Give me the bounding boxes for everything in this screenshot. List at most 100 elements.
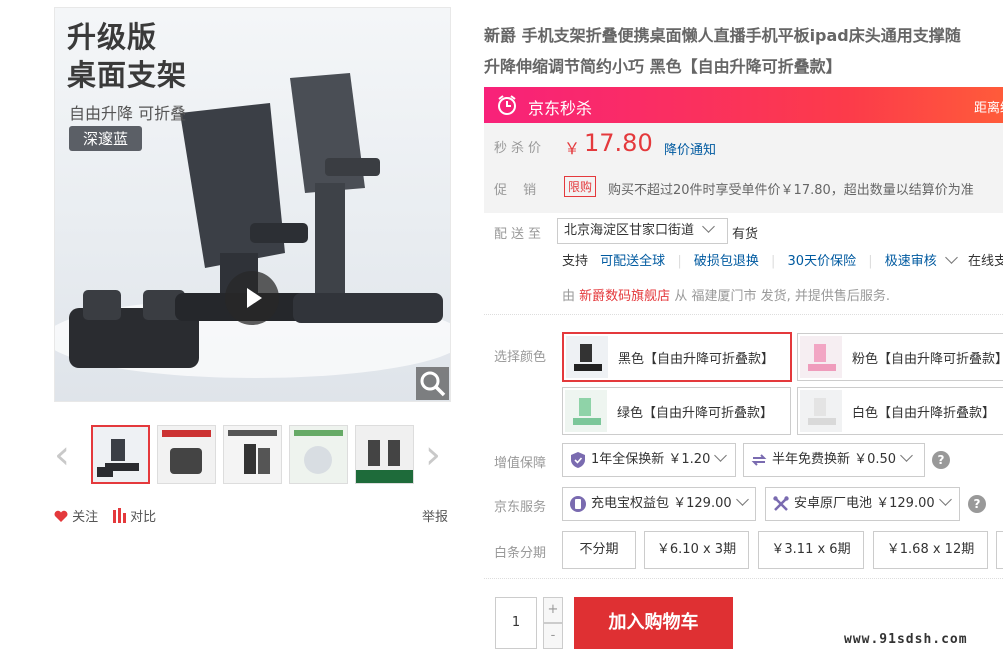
watermark-text: www.91sdsh.com — [844, 632, 968, 647]
divider — [484, 314, 1003, 315]
color-option-label: 黑色【自由升降可折叠款】 — [618, 352, 775, 367]
promotion-label: 促 销 — [494, 183, 543, 198]
color-option-label: 白色【自由升降折叠款】 — [852, 406, 996, 421]
thumbnail-3[interactable] — [223, 425, 282, 484]
thumbnail-1[interactable] — [91, 425, 150, 484]
seller-prefix: 由 — [562, 289, 576, 304]
price-label: 秒杀价 — [494, 141, 546, 156]
seckill-countdown: 距离结 — [974, 101, 1003, 116]
zoom-icon[interactable] — [416, 367, 449, 400]
jd-service-label: 京东服务 — [494, 500, 547, 515]
promo-title-line1: 升级版 — [67, 20, 158, 54]
video-play-icon[interactable] — [225, 271, 279, 325]
chevron-down-icon — [900, 449, 913, 462]
installment-option-3[interactable]: ￥6.10 x 3期 — [644, 531, 749, 569]
price-box: 秒杀价 ￥ 17.80 降价通知 促 销 限购 购买不超过20件时享受单件价￥1… — [484, 123, 1003, 213]
installment-label: 白条分期 — [494, 546, 547, 561]
installment-option-none[interactable]: 不分期 — [562, 531, 636, 569]
battery-tools-icon — [773, 495, 789, 511]
warranty-option-label: 半年免费换新 ￥0.50 — [772, 452, 897, 467]
thumb-next-arrow[interactable]: › — [425, 435, 441, 475]
color-label: 选择颜色 — [494, 350, 547, 365]
chevron-down-icon — [938, 493, 952, 506]
color-option-pink[interactable]: 粉色【自由升降可折叠款】 — [797, 333, 1003, 381]
product-title-line1: 新爵 手机支架折叠便携桌面懒人直播手机平板ipad床头通用支撑随 — [484, 26, 961, 45]
color-thumb-white — [800, 390, 842, 432]
price-notify-link[interactable]: 降价通知 — [664, 139, 716, 158]
product-title: 新爵 手机支架折叠便携桌面懒人直播手机平板ipad床头通用支撑随 升降伸缩调节简… — [484, 20, 1003, 82]
address-text: 北京海淀区甘家口街道 — [564, 223, 695, 238]
shield-icon — [571, 451, 585, 468]
seckill-label: 京东秒杀 — [528, 99, 593, 118]
quantity-plus-button[interactable]: + — [543, 597, 563, 623]
service-more: 在线支付 — [968, 254, 1003, 269]
service-divider: | — [771, 254, 776, 269]
quantity-input[interactable]: 1 — [495, 597, 537, 649]
compare-icon — [113, 508, 126, 523]
price-value: 17.80 — [584, 129, 653, 157]
promo-subtitle: 自由升降 可折叠 — [69, 104, 187, 123]
main-product-image[interactable]: 升级版 桌面支架 自由升降 可折叠 深邃蓝 — [54, 7, 451, 402]
promo-color-badge: 深邃蓝 — [69, 126, 143, 151]
warranty-option-1[interactable]: 1年全保换新 ￥1.20 — [562, 443, 736, 477]
color-option-black[interactable]: 黑色【自由升降可折叠款】 — [562, 332, 792, 382]
installment-option-6[interactable]: ￥3.11 x 6期 — [758, 531, 864, 569]
chevron-down-icon — [702, 220, 716, 233]
compare-label: 对比 — [130, 510, 157, 525]
installment-option-12[interactable]: ￥1.68 x 12期 — [873, 531, 988, 569]
divider — [484, 578, 1003, 579]
service-link-3[interactable]: 30天价保险 — [788, 254, 857, 269]
warranty-option-2[interactable]: 半年免费换新 ￥0.50 — [743, 443, 925, 477]
jd-service-option-1[interactable]: 充电宝权益包 ￥129.00 — [562, 487, 756, 521]
seller-suffix: 从 福建厦门市 发货, 并提供售后服务. — [674, 289, 890, 304]
warranty-label: 增值保障 — [494, 456, 547, 471]
services-expand-icon[interactable] — [945, 251, 958, 264]
report-link[interactable]: 举报 — [422, 506, 448, 525]
seller-row: 由 新爵数码旗舰店 从 福建厦门市 发货, 并提供售后服务. — [562, 285, 890, 304]
add-to-cart-button[interactable]: 加入购物车 — [574, 597, 733, 649]
warranty-help-icon[interactable]: ? — [932, 451, 950, 469]
warranty-option-label: 1年全保换新 ￥1.20 — [591, 452, 711, 467]
color-thumb-pink — [800, 336, 842, 378]
chevron-down-icon — [714, 449, 728, 462]
service-row: 支持 可配送全球 | 破损包退换 | 30天价保险 | 极速审核 在线支付 — [562, 250, 1003, 269]
heart-icon — [54, 510, 68, 522]
promo-title: 升级版 桌面支架 — [67, 18, 187, 94]
power-bank-icon — [570, 495, 586, 512]
thumbnail-4[interactable] — [289, 425, 348, 484]
stock-status: 有货 — [732, 227, 759, 242]
service-link-4[interactable]: 极速审核 — [885, 254, 937, 269]
service-link-1[interactable]: 可配送全球 — [600, 254, 665, 269]
follow-button[interactable]: 关注 — [54, 506, 98, 525]
address-select[interactable]: 北京海淀区甘家口街道 — [557, 218, 729, 244]
quantity-minus-button[interactable]: - — [543, 623, 563, 649]
jd-service-option-label: 充电宝权益包 ￥129.00 — [591, 496, 732, 511]
follow-label: 关注 — [72, 510, 99, 525]
jd-service-option-2[interactable]: 安卓原厂电池 ￥129.00 — [765, 487, 960, 521]
installment-option-more[interactable] — [996, 531, 1003, 569]
chevron-down-icon — [735, 493, 749, 506]
service-link-2[interactable]: 破损包退换 — [694, 254, 759, 269]
delivery-label: 配送至 — [494, 227, 546, 242]
service-divider: | — [677, 254, 682, 269]
color-thumb-black — [566, 336, 608, 378]
alarm-clock-icon — [498, 95, 516, 115]
compare-button[interactable]: 对比 — [112, 506, 156, 525]
jd-service-option-label: 安卓原厂电池 ￥129.00 — [794, 496, 935, 511]
seller-link[interactable]: 新爵数码旗舰店 — [579, 289, 670, 304]
promotion-text: 购买不超过20件时享受单件价￥17.80，超出数量以结算价为准 — [608, 183, 974, 198]
product-title-line2: 升降伸缩调节简约小巧 黑色【自由升降可折叠款】 — [484, 57, 842, 76]
thumb-prev-arrow[interactable]: ‹ — [54, 435, 70, 475]
swap-icon — [751, 453, 767, 466]
jd-service-help-icon[interactable]: ? — [968, 495, 986, 513]
color-option-white[interactable]: 白色【自由升降折叠款】 — [797, 387, 1003, 435]
color-thumb-green — [565, 390, 607, 432]
color-option-green[interactable]: 绿色【自由升降可折叠款】 — [562, 387, 791, 435]
limit-tag: 限购 — [564, 176, 597, 197]
color-option-label: 绿色【自由升降可折叠款】 — [617, 406, 774, 421]
thumbnail-5[interactable] — [355, 425, 414, 484]
thumbnail-2[interactable] — [157, 425, 216, 484]
price-currency: ￥ — [564, 139, 581, 158]
support-label: 支持 — [562, 254, 589, 269]
promo-title-line2: 桌面支架 — [67, 58, 188, 92]
